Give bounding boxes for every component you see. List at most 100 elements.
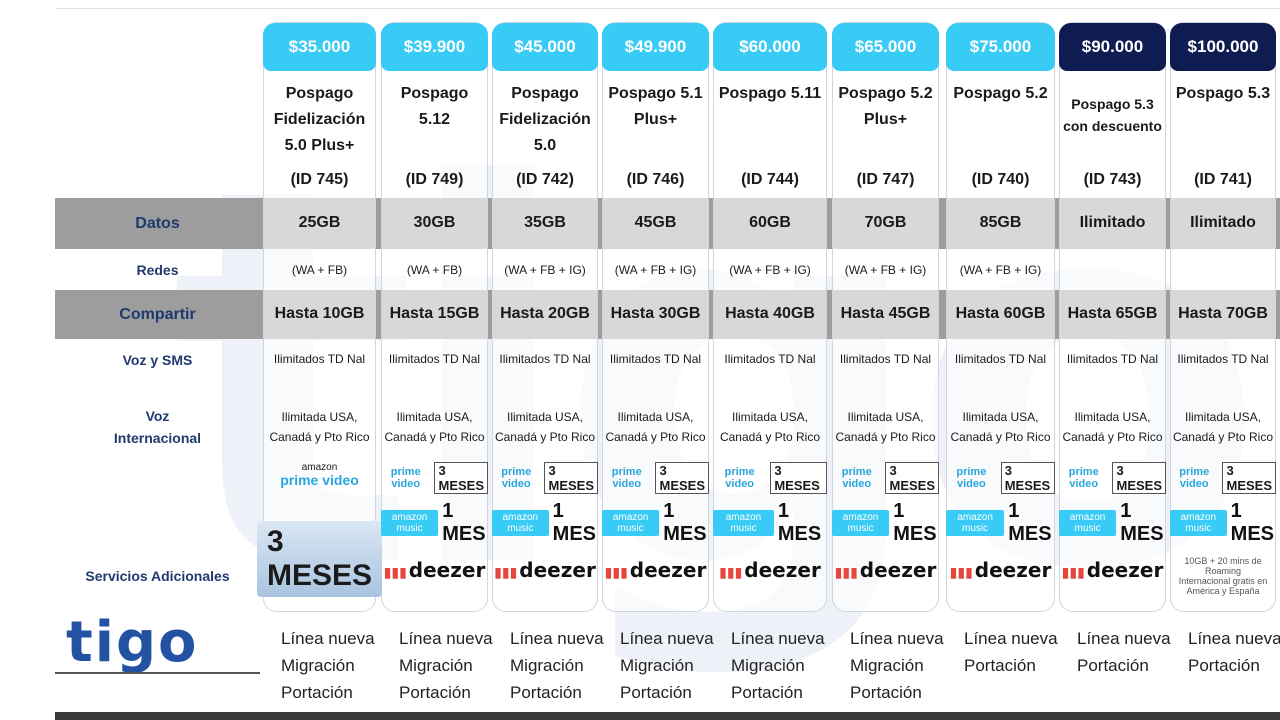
plan-voz-int-2: Canadá y Pto Rico	[494, 430, 596, 444]
row-label-redes: Redes	[136, 262, 179, 278]
plan-redes: (WA + FB + IG)	[504, 263, 586, 277]
prime-video-logo: prime video	[724, 466, 755, 490]
deezer-logo: ▮▮▮ deezer	[719, 558, 821, 582]
plan-voz-int-1: Ilimitada USA,	[731, 410, 809, 424]
prime-row: prime video 3 MESES	[713, 462, 827, 494]
plan-lineas: Línea nueva Migración Portación	[399, 625, 506, 706]
plan-voz-int-2: Canadá y Pto Rico	[835, 430, 936, 444]
plan-name: Pospago 5.1 Plus+	[608, 85, 703, 128]
roaming-note: 10GB + 20 mins de Roaming Internacional …	[1178, 556, 1268, 596]
plan-lineas: Línea nueva Portación	[964, 625, 1073, 679]
plan-voz-sms: Ilimitados TD Nal	[1066, 352, 1159, 366]
linea-item: Línea nueva	[850, 629, 944, 648]
deezer-text: deezer	[744, 558, 821, 582]
prime-row: prime video 3 MESES	[492, 462, 598, 494]
linea-item: Migración	[510, 656, 584, 675]
plan-voz-int-1: Ilimitada USA,	[962, 410, 1039, 424]
plan-id: (ID 741)	[1194, 171, 1252, 188]
linea-item: Línea nueva	[1188, 629, 1280, 648]
linea-item: Línea nueva	[510, 629, 604, 648]
plan-voz-int-1: Ilimitada USA,	[1184, 410, 1262, 424]
plan-voz-int-1: Ilimitada USA,	[617, 410, 694, 424]
prime-video-logo: prime video	[956, 466, 987, 490]
top-divider	[55, 8, 1280, 9]
plan-voz-int-2: Canadá y Pto Rico	[950, 430, 1051, 444]
prime-row: prime video 3 MESES	[602, 462, 709, 494]
un-mes-badge: 1 MES	[777, 500, 822, 545]
plan-datos: 45GB	[634, 214, 677, 231]
un-mes-badge: 1 MES	[893, 500, 937, 545]
plan-datos: 25GB	[298, 214, 341, 231]
un-mes-badge: 1 MES	[442, 500, 486, 545]
services-block: prime video 3 MESES amazon music 1 MES ▮▮▮ de…	[602, 462, 709, 582]
prime-row: prime video 3 MESES	[1170, 462, 1276, 494]
tres-meses-badge: 3 MESES	[434, 462, 488, 494]
bottom-bar	[55, 712, 1280, 720]
row-label-voz-int-1: Voz	[145, 408, 170, 424]
linea-item: Migración	[731, 656, 805, 675]
plan-name: Pospago 5.11	[718, 85, 822, 102]
plan-price: $35.000	[263, 23, 376, 71]
plan-voz-sms: Ilimitados TD Nal	[609, 352, 702, 366]
tres-meses-badge: 3 MESES	[770, 462, 827, 494]
plan-price: $60.000	[713, 23, 827, 71]
prime-video-logo: prime video	[1068, 466, 1099, 490]
linea-item: Portación	[1077, 656, 1149, 675]
plan-voz-int-1: Ilimitada USA,	[506, 410, 584, 424]
plan-voz-sms: Ilimitados TD Nal	[388, 352, 481, 366]
un-mes-badge: 1 MES	[552, 500, 597, 545]
plan-voz-int-2: Canadá y Pto Rico	[384, 430, 485, 444]
services-block: prime video 3 MESES amazon music 1 MES ▮▮▮ de…	[832, 462, 939, 582]
plan-id: (ID 746)	[626, 171, 685, 188]
plan-datos: 85GB	[979, 214, 1022, 231]
deezer-bars-icon: ▮▮▮	[383, 565, 407, 581]
linea-item: Portación	[620, 683, 692, 702]
logo-underline	[55, 672, 260, 674]
plan-price: $45.000	[492, 23, 598, 71]
deezer-bars-icon: ▮▮▮	[1061, 565, 1085, 581]
plan-price: $65.000	[832, 23, 939, 71]
plan-voz-int-2: Canadá y Pto Rico	[1062, 430, 1163, 444]
plan-id: (ID 744)	[741, 171, 799, 188]
un-mes-badge: 1 MES	[1008, 500, 1052, 545]
music-row: amazon music 1 MES	[832, 500, 939, 546]
plan-compartir: Hasta 10GB	[274, 305, 365, 322]
plan-voz-int-2: Canadá y Pto Rico	[1172, 430, 1274, 444]
plan-lineas: Línea nueva Migración Portación	[620, 625, 727, 706]
tres-meses-badge: 3 MESES	[1222, 462, 1276, 494]
plan-name: Pospago 5.3	[1175, 85, 1271, 102]
plan-datos: 60GB	[749, 214, 791, 231]
linea-item: Portación	[510, 683, 582, 702]
prime-row: prime video 3 MESES	[1059, 462, 1166, 494]
amazon-music-logo: amazon music	[602, 510, 660, 536]
plan-lineas: Línea nueva Migración Portación	[731, 625, 845, 706]
plan-datos: Ilimitado	[1190, 214, 1256, 231]
tres-meses-badge: 3 MESES	[1112, 462, 1166, 494]
music-row: amazon music 1 MES	[381, 500, 488, 546]
deezer-bars-icon: ▮▮▮	[834, 565, 858, 581]
tigo-logo: tigo	[66, 610, 199, 675]
tres-meses-badge: 3 MESES	[1000, 462, 1055, 494]
plan-compartir: Hasta 45GB	[840, 305, 931, 322]
linea-item: Portación	[964, 656, 1036, 675]
linea-item: Migración	[399, 656, 473, 675]
deezer-logo: ▮▮▮ deezer	[835, 558, 937, 582]
deezer-bars-icon: ▮▮▮	[494, 565, 518, 581]
prime-video-text: prime video	[280, 472, 359, 488]
music-row: amazon music 1 MES	[1059, 500, 1166, 546]
plan-voz-int-1: Ilimitada USA,	[1074, 410, 1151, 424]
row-label-servicios: Servicios Adicionales	[85, 568, 230, 584]
plan-voz-sms: Ilimitados TD Nal	[1177, 352, 1269, 366]
plan-id: (ID 743)	[1083, 171, 1142, 188]
plan-voz-sms: Ilimitados TD Nal	[724, 352, 816, 366]
linea-item: Migración	[281, 656, 355, 675]
prime-video-logo: prime video	[611, 466, 642, 490]
linea-item: Migración	[850, 656, 924, 675]
plan-voz-int-1: Ilimitada USA,	[396, 410, 473, 424]
plan-compartir: Hasta 30GB	[610, 305, 701, 322]
plan-id: (ID 745)	[290, 171, 349, 188]
linea-item: Línea nueva	[620, 629, 714, 648]
plan-price: $90.000	[1059, 23, 1166, 71]
plan-datos: 35GB	[524, 214, 566, 231]
plan-compartir: Hasta 40GB	[725, 305, 815, 322]
